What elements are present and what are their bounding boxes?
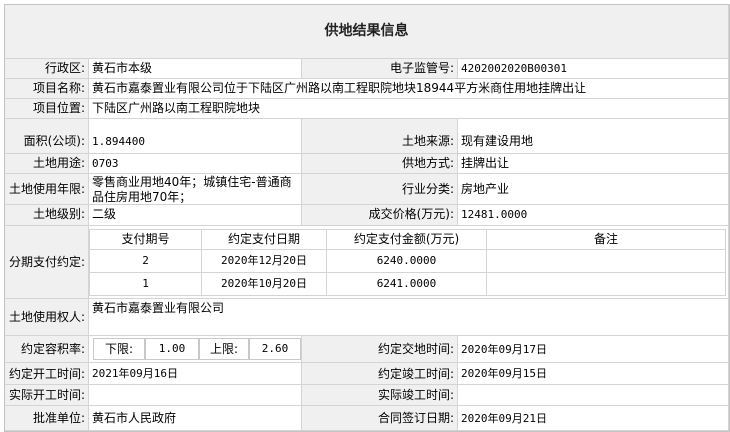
approver-label: 批准单位: (5, 406, 89, 431)
supply-method-label: 供地方式: (302, 154, 458, 174)
project-location-label: 项目位置: (5, 99, 89, 119)
supply-method-value: 挂牌出让 (458, 154, 729, 174)
installment-header-period: 支付期号 (89, 229, 202, 250)
agreed-completion-value: 2020年09月15日 (458, 363, 729, 385)
industry-label: 行业分类: (302, 174, 458, 205)
installment-header-date: 约定支付日期 (202, 229, 327, 250)
land-user-label: 土地使用权人: (5, 299, 89, 336)
supervision-no-label: 电子监管号: (302, 59, 458, 79)
agreed-completion-label: 约定竣工时间: (302, 363, 458, 385)
form-title: 供地结果信息 (5, 5, 729, 59)
actual-completion-label: 实际竣工时间: (302, 385, 458, 406)
land-use-label: 土地用途: (5, 154, 89, 174)
actual-start-value (89, 385, 302, 406)
plot-ratio-lower-value: 1.00 (145, 338, 199, 360)
land-supply-form: 供地结果信息 行政区: 黄石市本级 电子监管号: 4202002020B0030… (4, 4, 730, 432)
plot-ratio-upper-value: 2.60 (249, 338, 301, 360)
area-label: 面积(公顷): (5, 119, 89, 154)
supervision-no-value: 4202002020B00301 (458, 59, 729, 79)
industry-value: 房地产业 (458, 174, 729, 205)
use-term-label: 土地使用年限: (5, 174, 89, 205)
project-name-value: 黄石市嘉泰置业有限公司位于下陆区广州路以南工程职院地块18944平方米商住用地挂… (89, 79, 729, 99)
project-location-value: 下陆区广州路以南工程职院地块 (89, 99, 729, 119)
area-value: 1.894400 (89, 119, 302, 154)
actual-completion-value (458, 385, 729, 406)
price-label: 成交价格(万元): (302, 205, 458, 226)
price-value: 12481.0000 (458, 205, 729, 226)
installment-row-period: 1 (89, 273, 202, 296)
land-user-value: 黄石市嘉泰置业有限公司 (89, 299, 729, 336)
land-use-value: 0703 (89, 154, 302, 174)
installment-header-amount: 约定支付金额(万元) (327, 229, 487, 250)
installment-row-period: 2 (89, 250, 202, 273)
land-grade-value: 二级 (89, 205, 302, 226)
district-value: 黄石市本级 (89, 59, 302, 79)
land-source-value: 现有建设用地 (458, 119, 729, 154)
installment-row-date: 2020年10月20日 (202, 273, 327, 296)
contract-date-label: 合同签订日期: (302, 406, 458, 431)
installment-row-note (487, 250, 726, 273)
approver-value: 黄石市人民政府 (89, 406, 302, 431)
agreed-delivery-label: 约定交地时间: (302, 336, 458, 363)
agreed-start-label: 约定开工时间: (5, 363, 89, 385)
district-label: 行政区: (5, 59, 89, 79)
installment-row-date: 2020年12月20日 (202, 250, 327, 273)
land-grade-label: 土地级别: (5, 205, 89, 226)
plot-ratio-upper-label: 上限: (199, 338, 249, 360)
plot-ratio-lower-label: 下限: (93, 338, 145, 360)
installments-label: 分期支付约定: (5, 226, 89, 299)
installment-row-amount: 6240.0000 (327, 250, 487, 273)
land-source-label: 土地来源: (302, 119, 458, 154)
project-name-label: 项目名称: (5, 79, 89, 99)
agreed-delivery-value: 2020年09月17日 (458, 336, 729, 363)
installment-row-amount: 6241.0000 (327, 273, 487, 296)
agreed-start-value: 2021年09月16日 (89, 363, 302, 385)
installment-row-note (487, 273, 726, 296)
use-term-value: 零售商业用地40年；城镇住宅-普通商品住房用地70年； (89, 174, 302, 205)
installment-header-note: 备注 (487, 229, 726, 250)
actual-start-label: 实际开工时间: (5, 385, 89, 406)
contract-date-value: 2020年09月21日 (458, 406, 729, 431)
plot-ratio-label: 约定容积率: (5, 336, 89, 363)
